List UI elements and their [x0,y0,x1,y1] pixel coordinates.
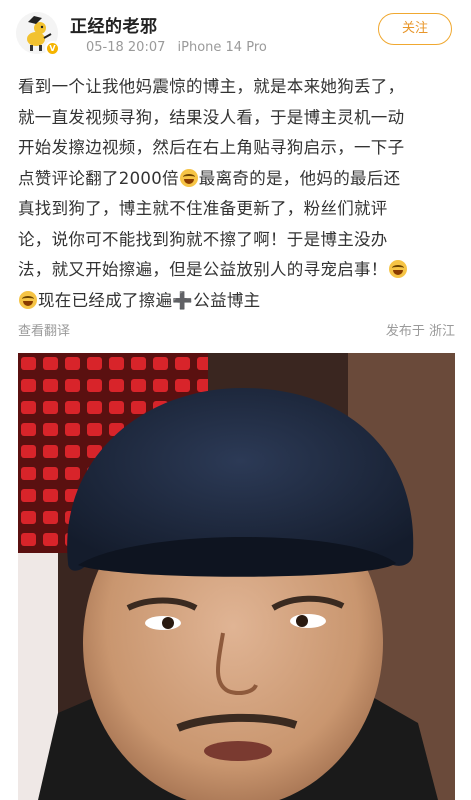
post-line: 看到一个让我他妈震惊的博主，就是本来她狗丢了， [18,77,405,96]
post-line-segment: 点赞评论翻了2000倍 [18,168,179,188]
post-line: 开始发擦边视频，然后在右上角贴寻狗启示，一下子 [18,138,405,157]
post-line-segment: 法，就又开始擦遍，但是公益放别人的寻宠启事！ [18,260,388,279]
location-label: 发布于 浙江 [385,324,455,339]
timestamp: 05-18 20:07 [86,40,166,55]
post-line-segment: 最离奇的是，他妈的最后还 [198,168,401,188]
translate-link[interactable]: 查看翻译 [18,320,70,339]
laughing-crying-emoji-icon [179,168,198,187]
post-line: 论，说你可不能找到狗就不擦了啊！于是博主没办 [18,229,388,249]
laughing-crying-emoji-icon [388,260,407,278]
post-line: 真找到狗了，博主就不住准备更新了，粉丝们就评 [18,199,388,218]
follow-button[interactable]: 关注 [378,13,452,45]
post-header: V 正经的老邪 05-18 20:07 iPhone 14 Pro 关注 [0,0,471,66]
post-line: 就一直发视频寻狗，结果没人看，于是博主灵机一动 [18,107,405,127]
post-footer: 查看翻译 发布于 浙江 [18,320,455,340]
device-label: iPhone 14 Pro [177,40,267,55]
post-line: 现在已经成了擦遍➕公益博主 [18,286,458,317]
weibo-post: V 正经的老邪 05-18 20:07 iPhone 14 Pro 关注 看到一… [0,0,471,800]
post-line-segment: 公益博主 [193,290,261,310]
vip-badge-icon: V [45,41,60,56]
username[interactable]: 正经的老邪 [70,12,158,37]
post-line: 法，就又开始擦遍，但是公益放别人的寻宠启事！ [18,255,458,286]
post-meta: 05-18 20:07 iPhone 14 Pro [86,40,275,55]
post-image[interactable] [18,353,455,800]
post-text: 看到一个让我他妈震惊的博主，就是本来她狗丢了， 就一直发视频寻狗，结果没人看，于… [18,72,458,316]
post-line-segment: 现在已经成了擦遍 [38,290,173,310]
laughing-crying-emoji-icon [19,290,37,309]
plus-icon: ➕ [172,290,194,310]
post-line: 点赞评论翻了2000倍 最离奇的是，他妈的最后还 [18,164,458,195]
meme-man-with-flat-cap-image [18,353,455,800]
